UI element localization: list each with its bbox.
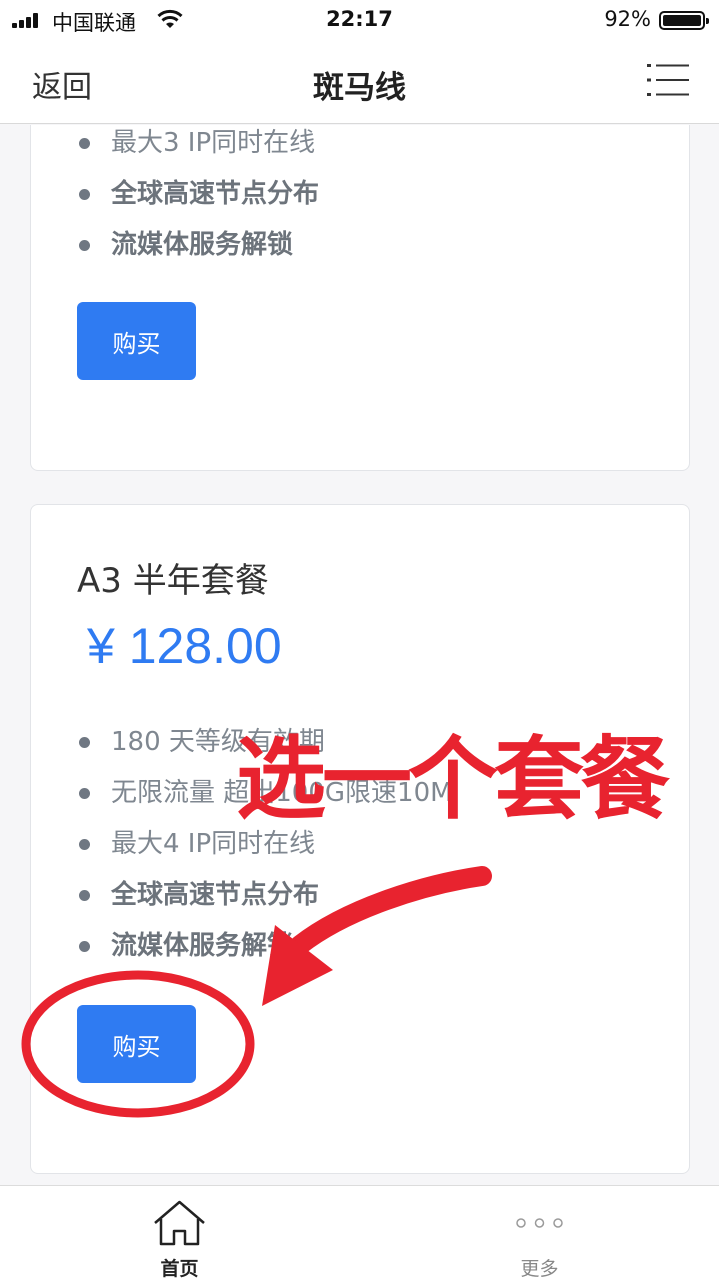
feature-item: 最大3 IP同时在线 — [77, 125, 319, 169]
feature-list: 最大3 IP同时在线 全球高速节点分布 流媒体服务解锁 — [77, 125, 319, 271]
buy-button[interactable]: 购买 — [77, 1005, 196, 1083]
tab-label: 更多 — [520, 1258, 559, 1280]
tab-label: 首页 — [160, 1258, 199, 1280]
battery-percent: 92% — [604, 7, 651, 31]
bullet-dot — [79, 941, 90, 952]
bullet-dot — [79, 138, 90, 149]
plan-list[interactable]: 最大3 IP同时在线 全球高速节点分布 流媒体服务解锁 购买 A3 半年套餐 ¥… — [0, 125, 719, 1185]
feature-text: 全球高速节点分布 — [111, 179, 320, 209]
tab-home[interactable]: 首页 — [0, 1186, 359, 1280]
annotation-text: 选一个套餐 — [236, 727, 670, 832]
plan-card: 最大3 IP同时在线 全球高速节点分布 流媒体服务解锁 购买 — [30, 125, 690, 471]
feature-item: 流媒体服务解锁 — [77, 921, 453, 972]
home-icon — [154, 1200, 205, 1246]
buy-button[interactable]: 购买 — [77, 302, 196, 380]
feature-item: 全球高速节点分布 — [77, 169, 319, 220]
feature-text: 流媒体服务解锁 — [111, 230, 294, 260]
feature-text: 流媒体服务解锁 — [111, 931, 294, 961]
feature-text: 最大3 IP同时在线 — [111, 128, 316, 158]
bullet-dot — [79, 240, 90, 251]
tab-bar: 首页 更多 — [0, 1185, 719, 1280]
bullet-dot — [79, 839, 90, 850]
bullet-dot — [79, 189, 90, 200]
page-title: 斑马线 — [313, 70, 406, 106]
nav-bar: 返回 斑马线 — [0, 40, 719, 124]
feature-item: 流媒体服务解锁 — [77, 220, 319, 271]
plan-title: A3 半年套餐 — [77, 561, 269, 601]
bullet-dot — [79, 788, 90, 799]
bullet-dot — [79, 737, 90, 748]
plan-card-a3: A3 半年套餐 ¥ 128.00 180 天等级有效期 无限流量 超出100G限… — [30, 504, 690, 1174]
battery-icon — [659, 11, 709, 30]
menu-list-icon[interactable] — [647, 62, 689, 98]
more-dots-icon — [516, 1218, 563, 1228]
tab-more[interactable]: 更多 — [360, 1186, 719, 1280]
plan-price: ¥ 128.00 — [87, 618, 282, 674]
bullet-dot — [79, 890, 90, 901]
status-bar: 中国联通 22:17 92% — [0, 0, 719, 40]
feature-text: 全球高速节点分布 — [111, 880, 320, 910]
feature-item: 全球高速节点分布 — [77, 870, 453, 921]
